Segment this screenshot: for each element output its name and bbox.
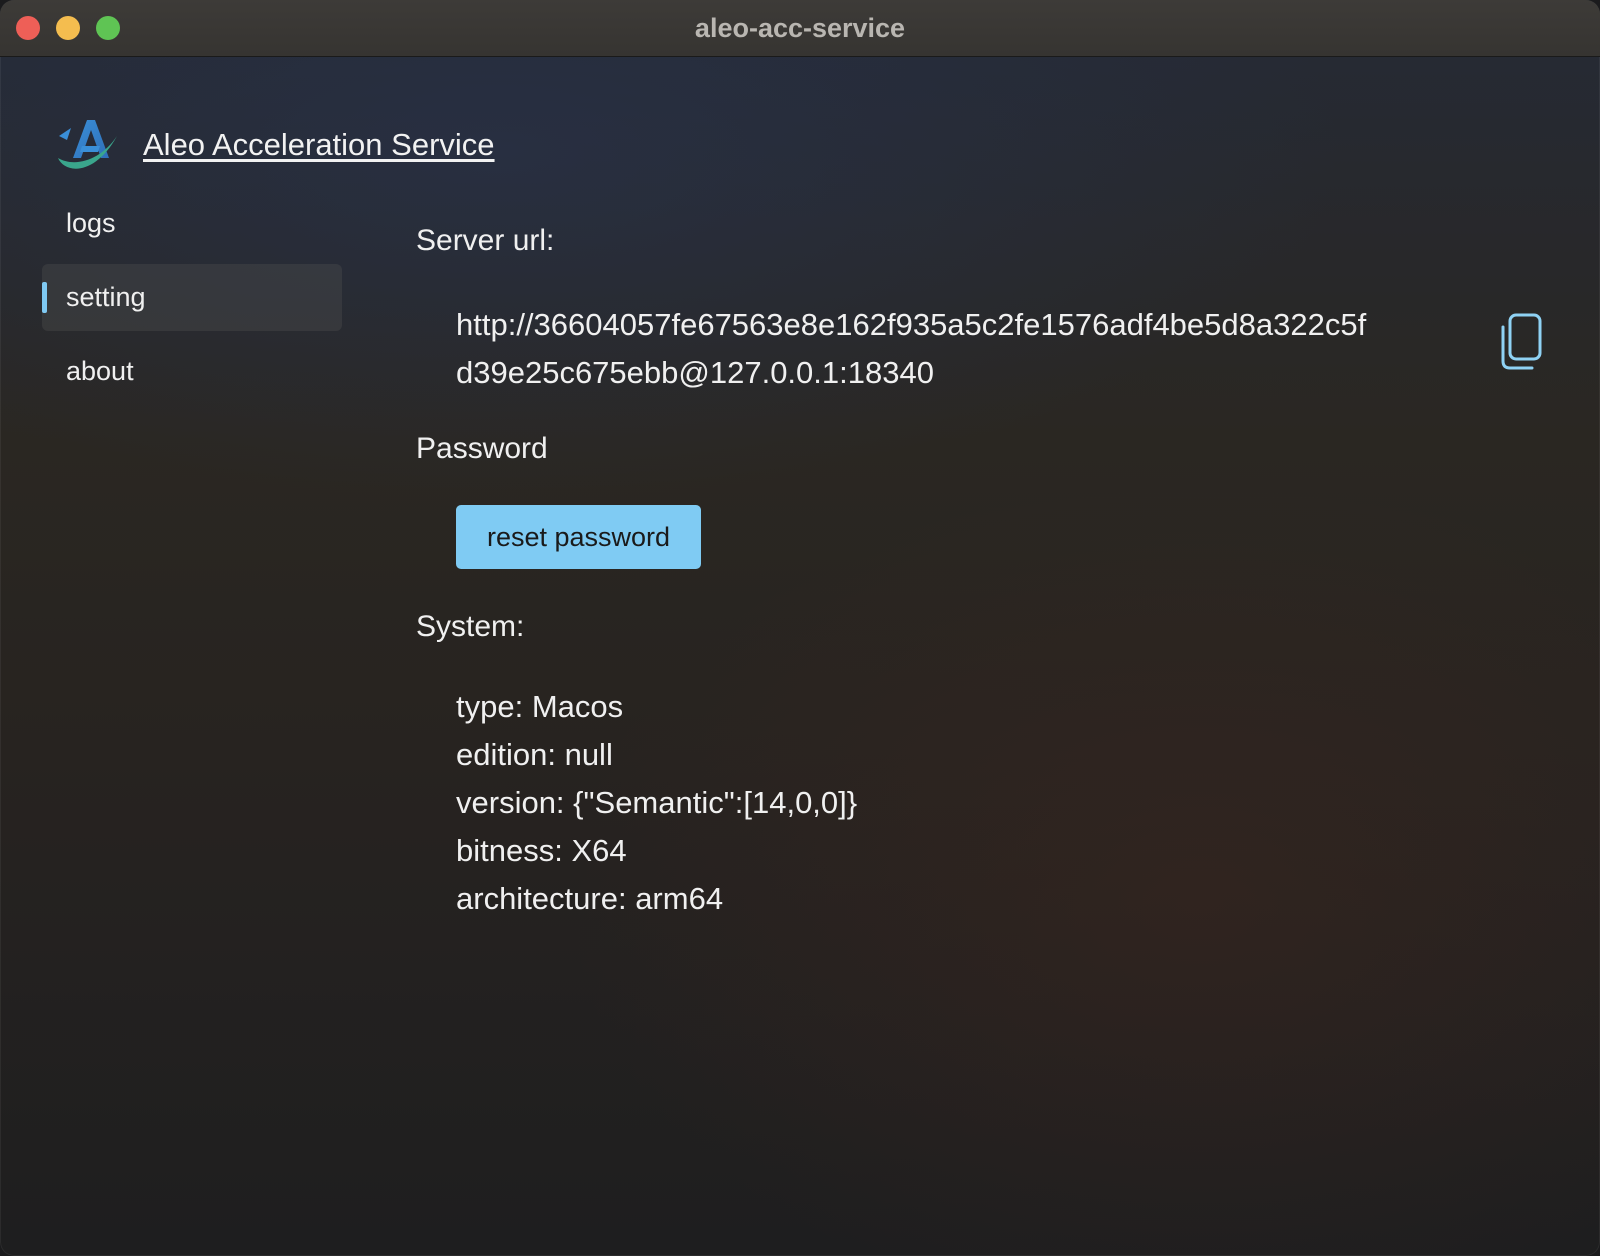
copy-icon[interactable]	[1498, 313, 1544, 371]
sidebar-item-label: logs	[66, 208, 116, 238]
app-header: Aleo Acceleration Service	[55, 114, 495, 176]
app-title-link[interactable]: Aleo Acceleration Service	[143, 127, 495, 163]
app-logo-icon	[58, 120, 117, 169]
server-url-row: http://36604057fe67563e8e162f935a5c2fe15…	[456, 301, 1546, 397]
window-title: aleo-acc-service	[694, 13, 906, 43]
reset-password-button[interactable]: reset password	[456, 505, 701, 569]
sidebar-item-setting[interactable]: setting	[42, 264, 342, 331]
system-type: type: Macos	[456, 689, 624, 724]
system-version: version: {"Semantic":[14,0,0]}	[456, 785, 858, 820]
sidebar: logs setting about	[42, 190, 342, 412]
app-window: aleo-acc-service Aleo Acceleration Servi…	[0, 0, 1600, 1256]
title-bar[interactable]: aleo-acc-service	[0, 0, 1600, 57]
sidebar-item-label: about	[66, 356, 134, 386]
system-bitness: bitness: X64	[456, 833, 627, 868]
server-url-heading: Server url:	[416, 224, 555, 257]
settings-panel: Server url: http://36604057fe67563e8e162…	[416, 215, 1556, 923]
system-heading: System:	[416, 610, 525, 643]
system-info-list: type: Macos edition: null version: {"Sem…	[456, 683, 1556, 923]
sidebar-item-about[interactable]: about	[42, 338, 342, 405]
sidebar-item-logs[interactable]: logs	[42, 190, 342, 257]
system-architecture: architecture: arm64	[456, 881, 724, 916]
server-url-value: http://36604057fe67563e8e162f935a5c2fe15…	[456, 307, 1367, 390]
sidebar-item-label: setting	[66, 282, 146, 312]
system-edition: edition: null	[456, 737, 613, 772]
password-heading: Password	[416, 432, 548, 465]
